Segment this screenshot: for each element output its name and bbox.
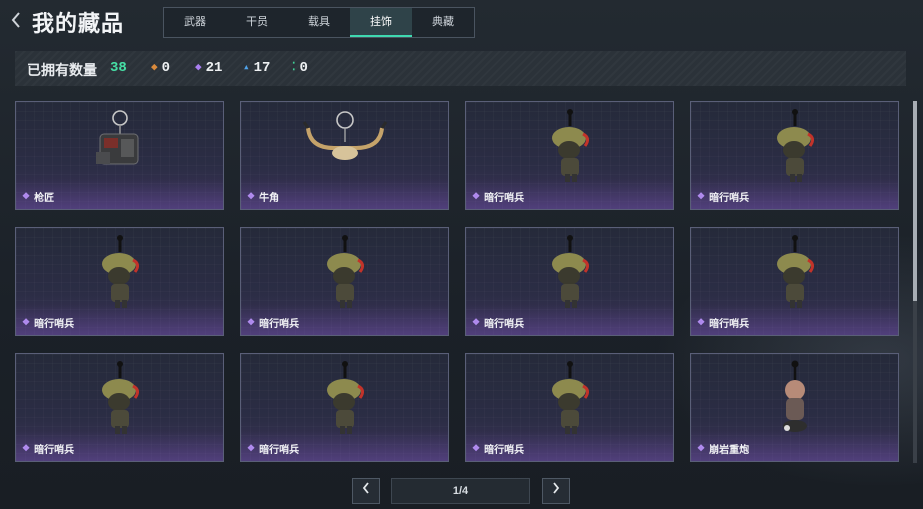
category-tabs: 武器 干员 载具 挂饰 典藏 bbox=[163, 7, 475, 38]
charm-image bbox=[545, 234, 595, 319]
charm-name-row: ❖ 暗行哨兵 bbox=[22, 441, 74, 456]
charm-image bbox=[545, 360, 595, 445]
charm-card[interactable]: ❖ 暗行哨兵 bbox=[240, 353, 449, 462]
charm-name-row: ❖ 崩岩重炮 bbox=[697, 441, 749, 456]
charm-name: 暗行哨兵 bbox=[34, 319, 75, 330]
charm-name-row: ❖ 暗行哨兵 bbox=[22, 315, 74, 330]
charm-name: 暗行哨兵 bbox=[34, 445, 75, 456]
page-indicator: 1/4 bbox=[391, 478, 530, 504]
charm-card[interactable]: ❖ 牛角 bbox=[240, 101, 449, 210]
charm-name: 牛角 bbox=[259, 193, 280, 204]
rarity-purple-count: 21 bbox=[205, 60, 223, 76]
charm-name: 暗行哨兵 bbox=[709, 319, 750, 330]
charm-name: 暗行哨兵 bbox=[709, 193, 750, 204]
charm-name: 暗行哨兵 bbox=[259, 319, 300, 330]
owned-label: 已拥有数量 bbox=[27, 62, 97, 78]
charm-image bbox=[320, 234, 370, 319]
charm-image bbox=[90, 108, 150, 183]
purple-rarity-icon: ❖ bbox=[247, 191, 256, 201]
purple-rarity-icon: ❖ bbox=[247, 443, 256, 453]
charm-image bbox=[770, 234, 820, 319]
purple-rarity-icon: ❖ bbox=[22, 317, 31, 327]
chevron-left-icon bbox=[362, 482, 369, 494]
charm-name: 暗行哨兵 bbox=[484, 319, 525, 330]
page-title: 我的藏品 bbox=[32, 11, 125, 36]
charm-card[interactable]: ❖ 暗行哨兵 bbox=[240, 227, 449, 336]
purple-rarity-icon: ❖ bbox=[472, 191, 481, 201]
owned-count: 38 bbox=[110, 60, 127, 76]
back-chevron-icon[interactable] bbox=[10, 10, 26, 34]
charm-name: 暗行哨兵 bbox=[484, 193, 525, 204]
next-page-button[interactable] bbox=[542, 478, 570, 504]
charm-name-row: ❖ 暗行哨兵 bbox=[472, 441, 524, 456]
charm-card[interactable]: ❖ 暗行哨兵 bbox=[465, 101, 674, 210]
charm-image bbox=[320, 360, 370, 445]
purple-rarity-icon: ❖ bbox=[697, 191, 706, 201]
prev-page-button[interactable] bbox=[352, 478, 380, 504]
charm-card[interactable]: ❖ 枪匠 bbox=[15, 101, 224, 210]
rarity-green-stat: ⁚ 0 bbox=[292, 60, 308, 76]
charm-card[interactable]: ❖ 崩岩重炮 bbox=[690, 353, 899, 462]
tab-collection[interactable]: 典藏 bbox=[412, 8, 474, 37]
purple-rarity-icon: ❖ bbox=[697, 317, 706, 327]
charm-name-row: ❖ 暗行哨兵 bbox=[697, 315, 749, 330]
charm-name: 暗行哨兵 bbox=[259, 445, 300, 456]
tab-charms[interactable]: 挂饰 bbox=[350, 8, 412, 37]
charm-card[interactable]: ❖ 暗行哨兵 bbox=[15, 227, 224, 336]
charm-name: 枪匠 bbox=[34, 193, 55, 204]
tab-operators[interactable]: 干员 bbox=[226, 8, 288, 37]
rarity-orange-stat: ◆ 0 bbox=[151, 60, 170, 76]
rarity-blue-stat: ▴ 17 bbox=[243, 60, 270, 76]
scrollbar[interactable] bbox=[913, 101, 917, 463]
charm-name: 崩岩重炮 bbox=[709, 445, 750, 456]
charm-name-row: ❖ 暗行哨兵 bbox=[472, 189, 524, 204]
rarity-green-count: 0 bbox=[299, 60, 308, 76]
charm-name-row: ❖ 牛角 bbox=[247, 189, 279, 204]
tab-weapons[interactable]: 武器 bbox=[164, 8, 226, 37]
ownership-stat-bar: 已拥有数量 38 ◆ 0 ◆ 21 ▴ 17 ⁚ 0 bbox=[15, 51, 906, 86]
rarity-blue-count: 17 bbox=[253, 60, 271, 76]
purple-rarity-icon: ❖ bbox=[22, 443, 31, 453]
rarity-purple-stat: ◆ 21 bbox=[195, 60, 222, 76]
charm-image bbox=[545, 108, 595, 193]
blue-diamond-icon: ▴ bbox=[243, 62, 250, 74]
charm-name-row: ❖ 枪匠 bbox=[22, 189, 54, 204]
charm-card[interactable]: ❖ 暗行哨兵 bbox=[690, 101, 899, 210]
charm-image bbox=[300, 108, 390, 183]
charm-card[interactable]: ❖ 暗行哨兵 bbox=[465, 227, 674, 336]
charm-name: 暗行哨兵 bbox=[484, 445, 525, 456]
purple-rarity-icon: ❖ bbox=[22, 191, 31, 201]
purple-rarity-icon: ❖ bbox=[247, 317, 256, 327]
charm-name-row: ❖ 暗行哨兵 bbox=[247, 315, 299, 330]
tab-vehicles[interactable]: 载具 bbox=[288, 8, 350, 37]
charm-card[interactable]: ❖ 暗行哨兵 bbox=[690, 227, 899, 336]
charm-image bbox=[770, 108, 820, 193]
charm-name-row: ❖ 暗行哨兵 bbox=[697, 189, 749, 204]
charm-name-row: ❖ 暗行哨兵 bbox=[247, 441, 299, 456]
chevron-right-icon bbox=[553, 482, 560, 494]
rarity-orange-count: 0 bbox=[161, 60, 171, 76]
charm-image bbox=[95, 234, 145, 319]
charm-image bbox=[775, 360, 815, 445]
charm-card[interactable]: ❖ 暗行哨兵 bbox=[15, 353, 224, 462]
green-diamond-icon: ⁚ bbox=[292, 62, 296, 74]
charm-name-row: ❖ 暗行哨兵 bbox=[472, 315, 524, 330]
purple-diamond-icon: ◆ bbox=[195, 62, 202, 74]
purple-rarity-icon: ❖ bbox=[697, 443, 706, 453]
purple-rarity-icon: ❖ bbox=[472, 443, 481, 453]
charm-card[interactable]: ❖ 暗行哨兵 bbox=[465, 353, 674, 462]
orange-diamond-icon: ◆ bbox=[151, 62, 158, 74]
scrollbar-thumb[interactable] bbox=[913, 101, 917, 301]
charm-image bbox=[95, 360, 145, 445]
purple-rarity-icon: ❖ bbox=[472, 317, 481, 327]
